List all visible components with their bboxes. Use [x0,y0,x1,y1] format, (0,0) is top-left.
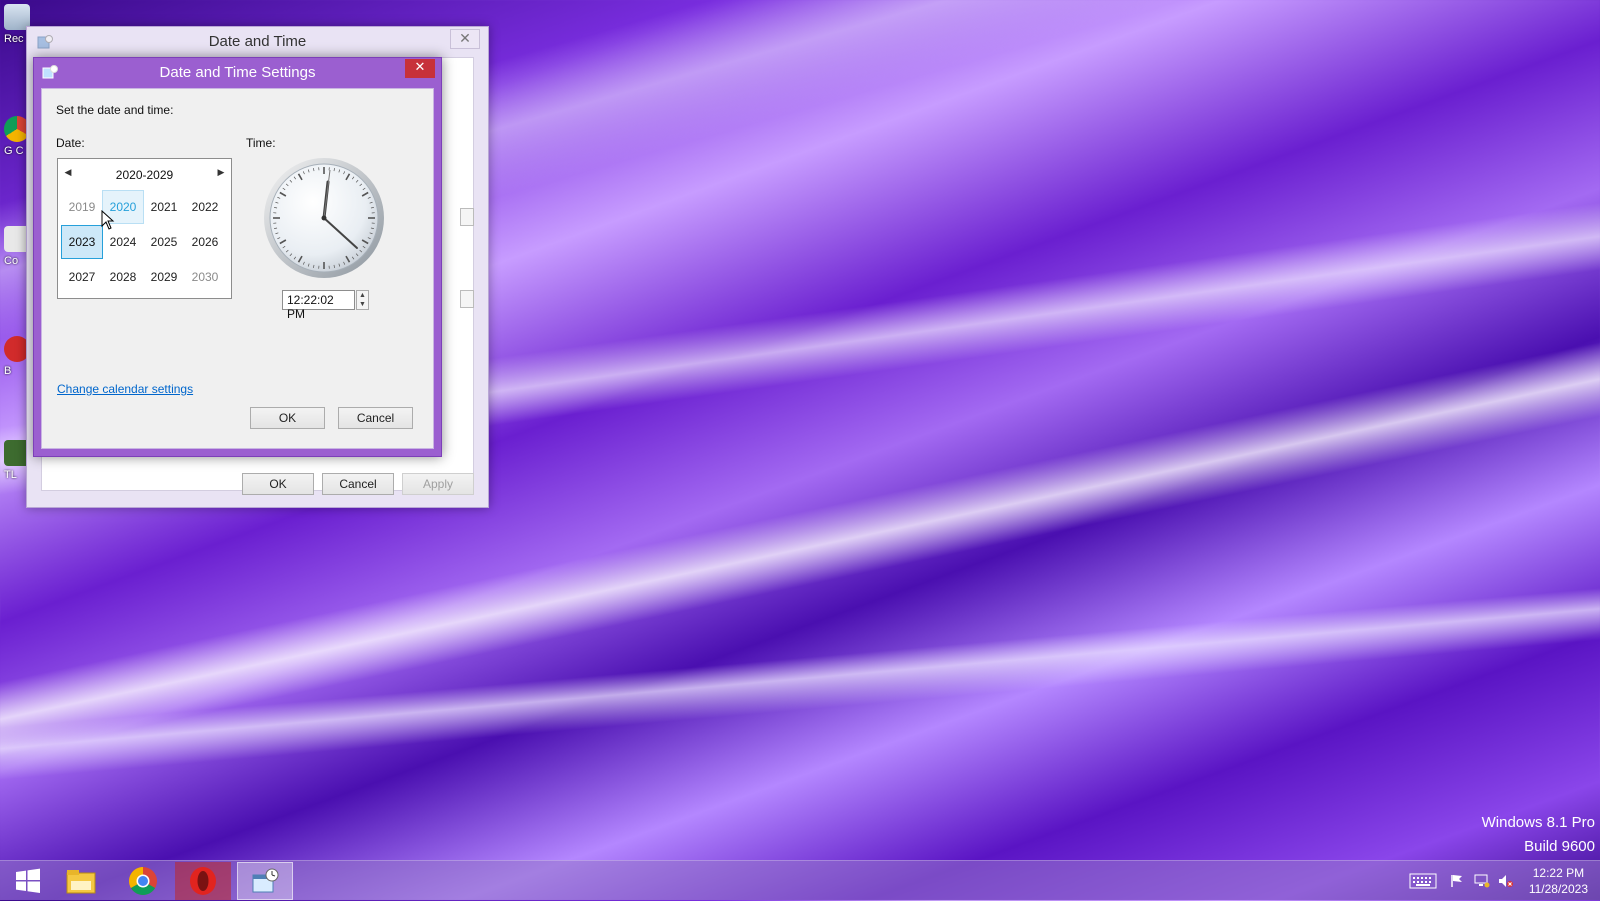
taskbar-file-explorer[interactable] [53,862,109,900]
build-watermark: Build 9600 [1524,838,1595,855]
ok-button[interactable]: OK [242,473,314,495]
year-cell[interactable]: 2022 [184,190,226,224]
date-time-icon [250,867,280,895]
taskbar-chrome[interactable] [115,862,171,900]
start-button[interactable] [0,862,56,900]
file-explorer-icon [65,867,97,895]
year-cell[interactable]: 2024 [102,225,144,259]
dialog-title-bar[interactable]: Date and Time Settings ✕ [34,58,441,87]
year-cell[interactable]: 2025 [143,225,185,259]
next-decade-button[interactable]: ▶ [213,167,229,178]
system-tray [1409,861,1437,901]
year-cell[interactable]: 2023 [61,225,103,259]
windows-start-icon [14,867,42,895]
date-and-time-settings-dialog: Date and Time Settings ✕ Set the date an… [33,57,442,457]
tray-volume[interactable] [1498,861,1514,901]
year-cell[interactable]: 2021 [143,190,185,224]
change-calendar-settings-link[interactable]: Change calendar settings [57,382,193,396]
close-icon: ✕ [459,31,471,47]
title-bar[interactable]: Date and Time ✕ [27,27,488,57]
cancel-button[interactable]: Cancel [322,473,394,495]
volume-muted-icon [1498,874,1514,888]
taskbar-opera[interactable] [175,862,231,900]
date-label: Date: [56,136,85,150]
year-cell[interactable]: 2019 [61,190,103,224]
chrome-icon [128,866,158,896]
hidden-button-edge [460,208,474,226]
clock-center [322,216,327,221]
spin-up-icon[interactable]: ▲ [357,291,368,300]
dialog-cancel-button[interactable]: Cancel [338,407,413,429]
keyboard-icon[interactable] [1409,873,1437,889]
analog-clock [262,156,386,280]
calendar-control[interactable]: ◀ 2020-2029 ▶ 20192020202120222023202420… [57,158,232,299]
spin-down-icon[interactable]: ▼ [357,300,368,309]
calendar-nav: ◀ 2020-2029 ▶ [58,167,231,183]
dialog-title: Date and Time Settings [34,64,441,81]
mouse-cursor-icon [101,210,115,230]
apply-button[interactable]: Apply [402,473,474,495]
tray-network[interactable] [1474,861,1490,901]
close-icon: ✕ [415,60,426,75]
time-spinner[interactable]: ▲ ▼ [356,290,369,310]
close-button[interactable]: ✕ [450,29,480,49]
taskbar-date-time[interactable] [237,862,293,900]
tray-flag[interactable] [1450,861,1464,901]
windows-edition-watermark: Windows 8.1 Pro [1482,814,1595,831]
taskbar: 12:22 PM 11/28/2023 [0,860,1600,900]
year-cell[interactable]: 2027 [61,260,103,294]
arrow-right-icon: ▶ [218,167,225,177]
year-cell[interactable]: 2026 [184,225,226,259]
close-button[interactable]: ✕ [405,59,435,78]
dialog-body: Set the date and time: Date: Time: ◀ 202… [41,88,434,449]
action-center-flag-icon [1450,874,1464,888]
dialog-ok-button[interactable]: OK [250,407,325,429]
decade-range-header[interactable]: 2020-2029 [58,168,231,182]
year-cell[interactable]: 2029 [143,260,185,294]
year-cell[interactable]: 2030 [184,260,226,294]
hidden-button-edge [460,290,474,308]
year-cell[interactable]: 2028 [102,260,144,294]
network-icon [1474,874,1490,888]
taskbar-time: 12:22 PM [1529,865,1588,881]
taskbar-date: 11/28/2023 [1529,881,1588,897]
opera-icon [188,866,218,896]
outer-dialog-buttons: OK Cancel Apply [242,473,474,495]
instruction-text: Set the date and time: [56,103,173,117]
time-label: Time: [246,136,276,150]
taskbar-clock[interactable]: 12:22 PM 11/28/2023 [1529,865,1588,897]
time-input[interactable]: 12:22:02 PM [282,290,355,310]
window-title: Date and Time [27,33,488,50]
